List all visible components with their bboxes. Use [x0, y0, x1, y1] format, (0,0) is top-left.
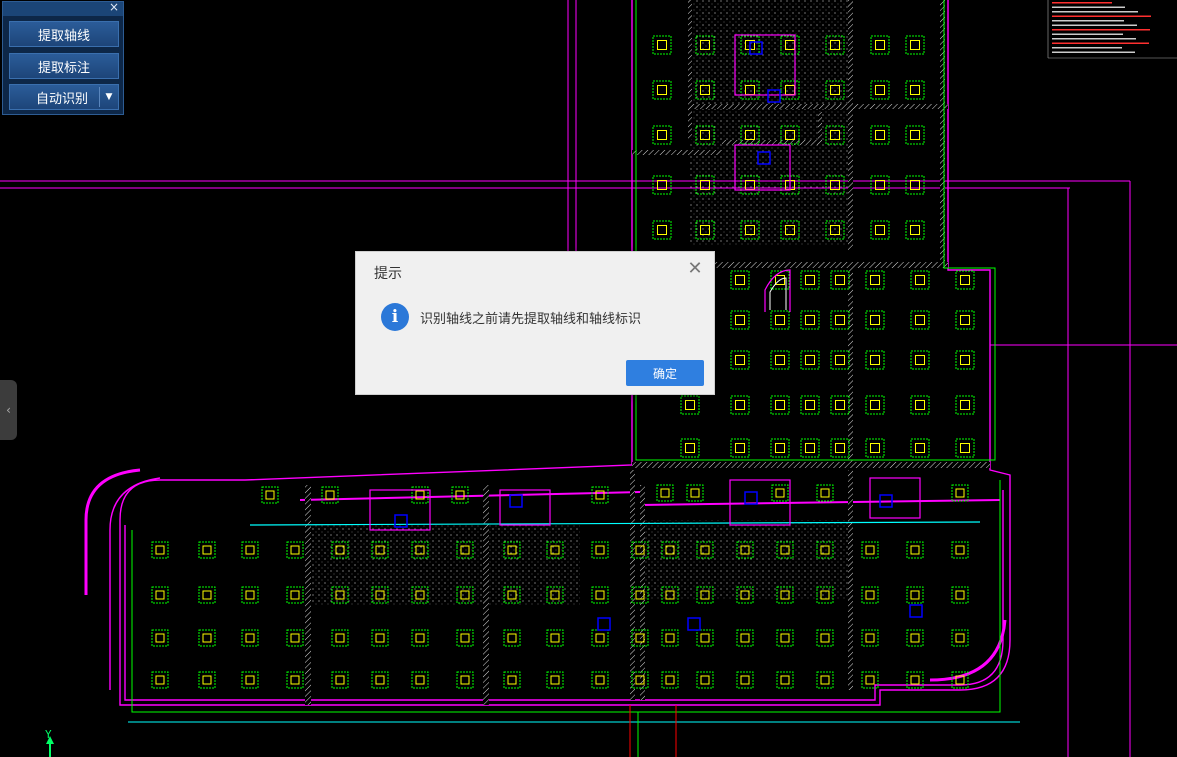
- chevron-left-icon: ‹: [6, 403, 11, 417]
- ok-button[interactable]: 确定: [626, 360, 704, 386]
- info-icon: i: [381, 303, 409, 331]
- close-icon[interactable]: ✕: [686, 260, 704, 278]
- chevron-down-icon[interactable]: ▼: [103, 90, 115, 104]
- tool-panel: × 提取轴线 提取标注 自动识别 ▼: [2, 0, 124, 115]
- extract-dimension-button[interactable]: 提取标注: [9, 53, 119, 79]
- split-divider: [99, 87, 100, 107]
- ucs-y-axis-label: Y: [45, 728, 52, 741]
- panel-close-icon[interactable]: ×: [109, 0, 119, 14]
- auto-recognize-label: 自动识别: [36, 91, 89, 107]
- dialog-message: 识别轴线之前请先提取轴线和轴线标识: [420, 312, 642, 327]
- auto-recognize-button[interactable]: 自动识别 ▼: [9, 84, 119, 110]
- dialog-title: 提示: [374, 266, 402, 282]
- extract-axis-button[interactable]: 提取轴线: [9, 21, 119, 47]
- tool-panel-titlebar[interactable]: ×: [3, 0, 123, 16]
- sidebar-collapse-handle[interactable]: ‹: [0, 380, 17, 440]
- alert-dialog: 提示 ✕ i 识别轴线之前请先提取轴线和轴线标识 确定: [355, 251, 715, 395]
